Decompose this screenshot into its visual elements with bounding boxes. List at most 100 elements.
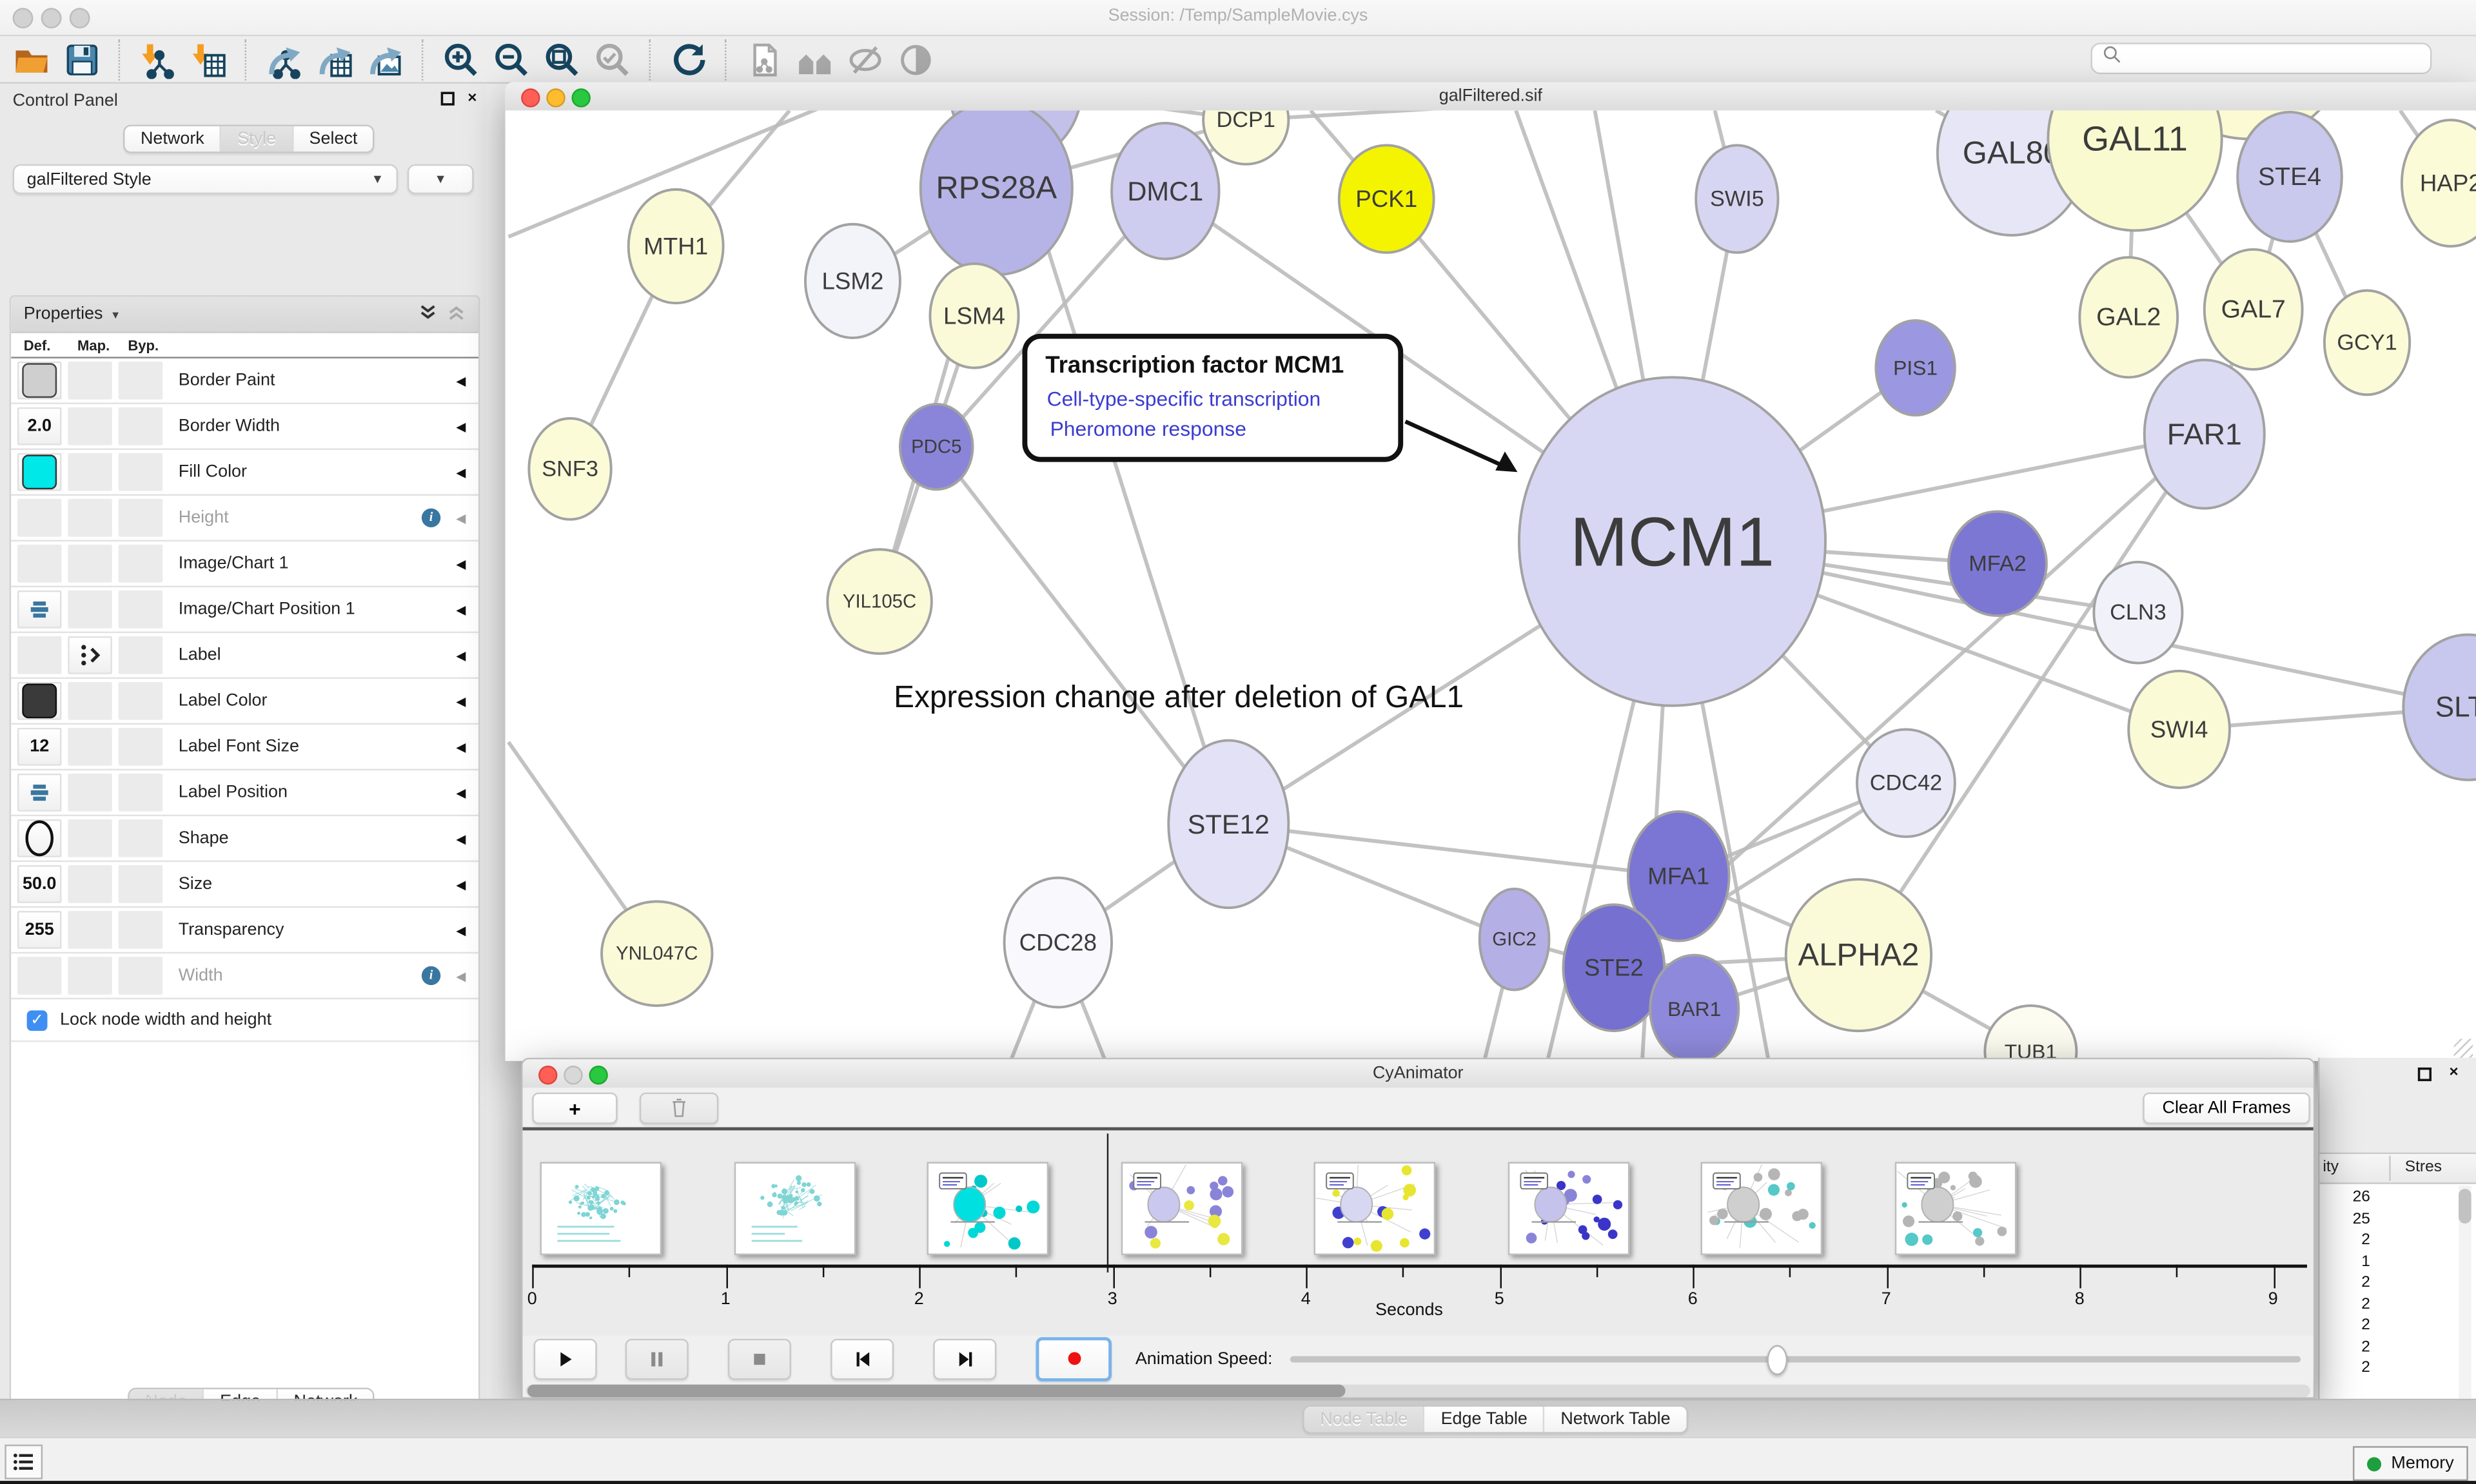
results-cell[interactable]: 2 [2323,1295,2370,1313]
hide-selected-icon[interactable] [845,39,886,80]
export-network-icon[interactable] [264,39,305,80]
frame-thumbnail[interactable] [734,1162,856,1255]
bypass-cell[interactable] [119,682,163,720]
property-row[interactable]: 12Label Font Size◀ [11,725,478,770]
property-row[interactable]: Image/Chart Position 1◀ [11,587,478,633]
property-row[interactable]: Image/Chart 1◀ [11,542,478,587]
property-row[interactable]: Heighti◀ [11,496,478,542]
results-cell[interactable]: 2 [2323,1274,2370,1291]
memory-button[interactable]: Memory [2353,1446,2468,1481]
zoom-fit-icon[interactable] [542,39,583,80]
record-button[interactable] [1036,1336,1112,1381]
collapse-arrow-icon[interactable]: ◀ [456,648,466,662]
play-button[interactable] [534,1338,597,1380]
close-panel-icon[interactable]: × [467,90,477,108]
frame-thumbnail[interactable] [1314,1162,1436,1255]
property-row[interactable]: Label◀ [11,633,478,679]
frame-thumbnail[interactable] [1121,1162,1243,1255]
frame-thumbnail[interactable] [540,1162,662,1255]
apply-layout-icon[interactable] [668,39,709,80]
save-session-icon[interactable] [62,39,103,80]
results-cell[interactable]: 2 [2323,1360,2370,1377]
speed-slider[interactable] [1290,1356,2301,1363]
default-value-cell[interactable]: 2.0 [17,407,62,445]
mapping-cell[interactable] [68,865,112,903]
property-row[interactable]: Fill Color◀ [11,450,478,496]
zoom-in-icon[interactable] [440,39,482,80]
results-scrollbar[interactable] [2459,1186,2471,1400]
bypass-cell[interactable] [119,728,163,766]
results-cell[interactable]: 2 [2323,1338,2370,1356]
cyanimator-timeline[interactable]: 0123456789 Seconds [523,1130,2314,1335]
mapping-cell[interactable] [68,957,112,995]
mapping-cell[interactable] [68,911,112,949]
tab-network-table[interactable]: Network Table [1543,1407,1686,1432]
annotation-box[interactable]: Transcription factor MCM1 Cell-type-spec… [1025,337,1517,473]
mapping-cell[interactable] [68,362,112,400]
collapse-arrow-icon[interactable]: ◀ [456,419,466,433]
frame-thumbnail[interactable] [927,1162,1049,1255]
info-icon[interactable]: i [422,509,440,527]
bypass-cell[interactable] [119,591,163,629]
tab-network[interactable]: Network [124,126,220,151]
bypass-cell[interactable] [119,865,163,903]
collapse-arrow-icon[interactable]: ◀ [456,968,466,982]
zoom-out-icon[interactable] [491,39,533,80]
default-value-cell[interactable]: 50.0 [17,865,62,903]
tab-select[interactable]: Select [292,126,373,151]
group-nodes-icon[interactable] [794,39,836,80]
bypass-cell[interactable] [119,545,163,583]
collapse-arrow-icon[interactable]: ◀ [456,831,466,845]
tab-node-table[interactable]: Node Table [1304,1407,1424,1432]
network-canvas[interactable]: DCP1RPS28ADMC1PCK1SWI5MTH1LSM2LSM4GAL80G… [506,110,2476,1060]
float-panel-icon[interactable] [2417,1068,2432,1086]
float-panel-icon[interactable] [440,92,455,110]
add-frame-button[interactable]: + [532,1093,617,1124]
scrollbar-thumb[interactable] [527,1385,1346,1398]
skip-start-button[interactable] [830,1338,894,1380]
mapping-cell[interactable] [68,499,112,537]
mapping-cell[interactable] [68,591,112,629]
collapse-arrow-icon[interactable]: ◀ [456,877,466,891]
resize-grip[interactable] [2454,1039,2473,1057]
default-value-cell[interactable] [17,499,62,537]
default-value-cell[interactable] [17,453,62,491]
property-row[interactable]: Label Position◀ [11,770,478,816]
delete-frame-button[interactable] [640,1093,718,1124]
results-cell[interactable]: 1 [2323,1253,2370,1270]
property-row[interactable]: Widthi◀ [11,953,478,999]
default-value-cell[interactable] [17,636,62,674]
collapse-arrow-icon[interactable]: ◀ [456,785,466,799]
default-value-cell[interactable] [17,682,62,720]
bypass-cell[interactable] [119,407,163,445]
properties-header[interactable]: Properties ▾ [11,297,478,333]
frame-thumbnail[interactable] [1701,1162,1823,1255]
style-options-button[interactable]: ▼ [408,164,474,195]
tab-edge-table[interactable]: Edge Table [1424,1407,1544,1432]
timeline-scrollbar[interactable] [526,1385,2310,1398]
export-image-icon[interactable] [365,39,406,80]
export-table-icon[interactable] [314,39,355,80]
collapse-all-icon[interactable] [447,302,466,326]
default-value-cell[interactable] [17,774,62,812]
results-cell[interactable]: 26 [2323,1189,2370,1206]
default-value-cell[interactable]: 12 [17,728,62,766]
close-panel-icon[interactable]: × [2449,1064,2458,1082]
open-folder-icon[interactable] [11,39,52,80]
default-value-cell[interactable] [17,591,62,629]
mapping-cell[interactable] [68,545,112,583]
mapping-cell[interactable] [68,407,112,445]
task-history-button[interactable] [5,1445,43,1479]
property-row[interactable]: Label Color◀ [11,679,478,725]
results-cell[interactable]: 2 [2323,1231,2370,1249]
clone-network-icon[interactable] [743,39,785,80]
default-value-cell[interactable]: 255 [17,911,62,949]
mapping-cell[interactable] [68,636,112,674]
stop-button[interactable] [728,1338,791,1380]
import-network-icon[interactable] [137,39,179,80]
contrast-icon[interactable] [896,39,937,80]
pause-button[interactable] [625,1338,689,1380]
bypass-cell[interactable] [119,499,163,537]
collapse-arrow-icon[interactable]: ◀ [456,739,466,754]
default-value-cell[interactable] [17,819,62,857]
